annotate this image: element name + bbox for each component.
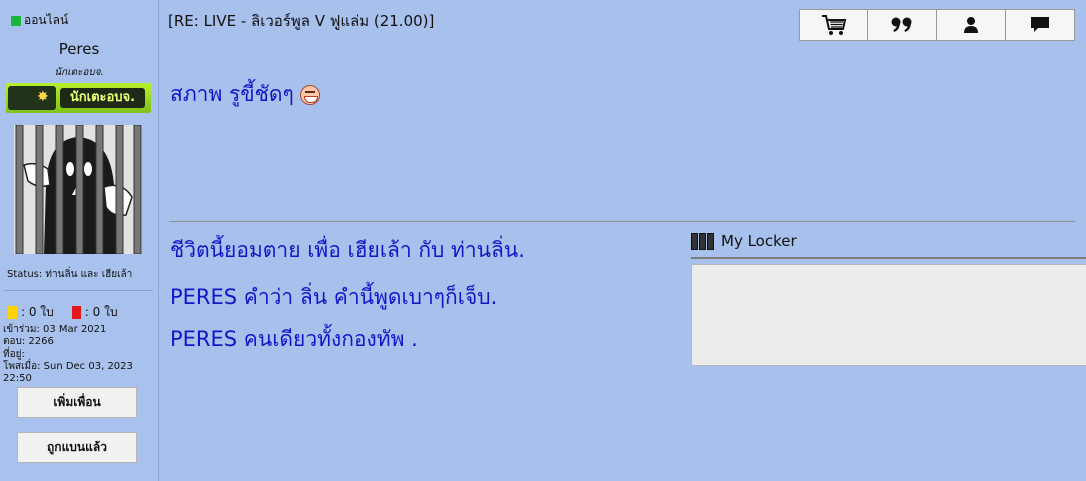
post-body: สภาพ รูขี้ชัดๆ: [170, 78, 320, 111]
avatar[interactable]: [14, 125, 142, 254]
user-status: Status: ท่านลิ่น และ เฮียเล้า: [7, 269, 133, 280]
signature-line: PERES คนเดียวทั้งกองทัพ .: [170, 327, 418, 351]
quote-button[interactable]: [868, 9, 937, 41]
locker-header: My Locker: [691, 232, 797, 250]
locker-title: My Locker: [721, 232, 797, 250]
posted-date: โพสเมื่อ: Sun Dec 03, 2023 22:50: [3, 360, 133, 385]
profile-button[interactable]: [937, 9, 1006, 41]
locker-divider: [691, 257, 1086, 259]
rank-badge-label: นักเตะอบจ.: [60, 88, 145, 108]
rank-title: นักเตะอบจ.: [54, 67, 104, 78]
online-indicator-icon: [11, 15, 21, 26]
star-icon: ✸: [37, 89, 49, 105]
message-button[interactable]: [1006, 9, 1075, 41]
quote-icon: [891, 17, 912, 32]
laughing-emoji-icon: [299, 84, 320, 105]
joined-date: เข้าร่วม: 03 Mar 2021: [3, 324, 107, 335]
signature-line: ชีวิตนี้ยอมตาย เพื่อ เฮียเล้า กับ ท่านลิ…: [170, 238, 525, 262]
post-text: สภาพ รูขี้ชัดๆ: [170, 82, 294, 106]
prisoner-ghost-icon: [14, 125, 142, 254]
rank-badge: ✸ นักเตะอบจ.: [6, 83, 151, 113]
locker-icon: [691, 232, 715, 250]
red-card-icon: [71, 306, 81, 319]
add-friend-button[interactable]: เพิ่มเพื่อน: [17, 387, 137, 418]
online-label: ออนไลน์: [24, 13, 69, 27]
location: ที่อยู่:: [3, 348, 25, 360]
card-counts: : 0 ใบ : 0 ใบ: [8, 303, 118, 322]
message-icon: [1031, 17, 1049, 32]
username[interactable]: Peres: [0, 40, 158, 58]
user-sidebar: ออนไลน์ Peres นักเตะอบจ. ✸ นักเตะอบจ. St…: [0, 0, 159, 481]
banned-button[interactable]: ถูกแบนแล้ว: [17, 432, 137, 463]
post-title: [RE: LIVE - ลิเวอร์พูล V ฟูแล่ม (21.00)]: [168, 12, 435, 30]
cart-icon: [821, 15, 846, 35]
red-card-count: : 0 ใบ: [84, 305, 118, 319]
yellow-card-count: : 0 ใบ: [21, 305, 54, 319]
divider: [4, 290, 153, 291]
yellow-card-icon: [8, 306, 17, 319]
locker-content: [691, 264, 1086, 366]
reply-count: ตอบ: 2266: [3, 336, 54, 348]
post-toolbar: [799, 9, 1075, 41]
user-icon: [964, 17, 978, 33]
online-status: ออนไลน์: [11, 11, 68, 30]
user-meta: เข้าร่วม: 03 Mar 2021 ตอบ: 2266 ที่อยู่:…: [3, 324, 158, 385]
signature-divider: [169, 221, 1075, 222]
signature-line: PERES คำว่า ลิ่น คำนี้พูดเบาๆก็เจ็บ.: [170, 285, 498, 309]
cart-button[interactable]: [799, 9, 868, 41]
